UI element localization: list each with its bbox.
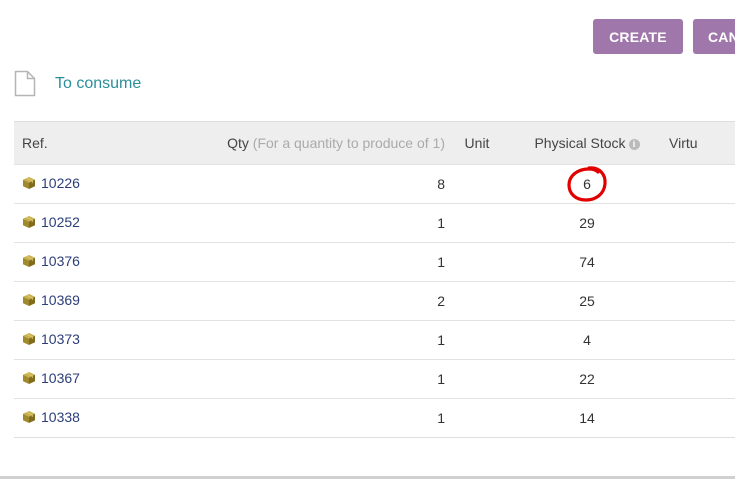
product-ref-link[interactable]: 10373 [22, 331, 80, 347]
product-ref: 10373 [41, 331, 80, 347]
physical-stock-value: 74 [579, 254, 595, 270]
unit-cell [447, 203, 507, 243]
qty-cell: 2 [202, 281, 447, 321]
qty-value: 2 [437, 293, 445, 309]
virtual-stock-cell [667, 203, 735, 243]
virtual-stock-cell [667, 242, 735, 282]
package-icon [23, 255, 35, 267]
qty-cell: 1 [202, 242, 447, 282]
table-row: 10367 1 22 [14, 359, 735, 399]
table-header-row: Ref. Qty (For a quantity to produce of 1… [14, 121, 735, 165]
unit-cell [447, 242, 507, 282]
package-icon [23, 216, 35, 228]
ref-cell: 10369 [14, 281, 202, 321]
virtual-stock-cell [667, 281, 735, 321]
table-row: 10369 2 25 [14, 281, 735, 321]
table-row: 10338 1 14 [14, 398, 735, 438]
to-consume-section-header: To consume [14, 70, 141, 97]
product-ref: 10338 [41, 409, 80, 425]
product-ref-link[interactable]: 10367 [22, 370, 80, 386]
toolbar: CREATE CAN [593, 19, 735, 54]
product-ref: 10226 [41, 175, 80, 191]
physical-stock-value: 6 [583, 176, 591, 192]
ref-cell: 10376 [14, 242, 202, 282]
ref-cell: 10338 [14, 398, 202, 438]
physical-stock-cell: 22 [507, 359, 667, 399]
table-row: 10226 8 6 [14, 164, 735, 204]
product-ref-link[interactable]: 10376 [22, 253, 80, 269]
ref-cell: 10367 [14, 359, 202, 399]
product-ref: 10369 [41, 292, 80, 308]
package-icon [23, 372, 35, 384]
qty-value: 1 [437, 410, 445, 426]
document-icon [14, 70, 36, 97]
product-ref-link[interactable]: 10226 [22, 175, 80, 191]
bottom-divider [0, 476, 735, 479]
unit-cell [447, 359, 507, 399]
cancel-button[interactable]: CAN [693, 19, 735, 54]
unit-cell [447, 320, 507, 360]
qty-header-label: Qty [227, 135, 249, 151]
ref-cell: 10373 [14, 320, 202, 360]
unit-cell [447, 398, 507, 438]
physical-stock-label: Physical Stock [534, 135, 626, 151]
qty-value: 1 [437, 371, 445, 387]
physical-stock-value: 22 [579, 371, 595, 387]
product-ref-link[interactable]: 10338 [22, 409, 80, 425]
package-icon [23, 333, 35, 345]
column-header-physical-stock[interactable]: Physical Stock i [507, 121, 667, 165]
qty-header-hint: (For a quantity to produce of 1) [252, 135, 445, 151]
physical-stock-cell: 29 [507, 203, 667, 243]
package-icon [23, 411, 35, 423]
column-header-qty[interactable]: Qty (For a quantity to produce of 1) [202, 121, 447, 165]
consume-table: Ref. Qty (For a quantity to produce of 1… [14, 121, 735, 438]
product-ref: 10367 [41, 370, 80, 386]
section-title: To consume [55, 74, 142, 92]
qty-value: 1 [437, 254, 445, 270]
qty-cell: 1 [202, 398, 447, 438]
qty-value: 1 [437, 215, 445, 231]
qty-value: 8 [437, 176, 445, 192]
product-ref: 10252 [41, 214, 80, 230]
info-icon[interactable]: i [628, 138, 640, 150]
qty-value: 1 [437, 332, 445, 348]
virtual-stock-cell [667, 320, 735, 360]
physical-stock-cell: 14 [507, 398, 667, 438]
qty-cell: 1 [202, 203, 447, 243]
column-header-virtual-stock[interactable]: Virtu [667, 121, 735, 165]
physical-stock-cell: 6 [507, 164, 667, 204]
unit-cell [447, 281, 507, 321]
qty-cell: 1 [202, 359, 447, 399]
virtual-stock-cell [667, 164, 735, 204]
physical-stock-cell: 74 [507, 242, 667, 282]
physical-stock-value: 14 [579, 410, 595, 426]
table-row: 10373 1 4 [14, 320, 735, 360]
virtual-stock-cell [667, 359, 735, 399]
physical-stock-cell: 25 [507, 281, 667, 321]
product-ref-link[interactable]: 10252 [22, 214, 80, 230]
ref-cell: 10226 [14, 164, 202, 204]
create-button[interactable]: CREATE [593, 19, 683, 54]
unit-cell [447, 164, 507, 204]
package-icon [23, 294, 35, 306]
column-header-unit[interactable]: Unit [447, 121, 507, 165]
ref-cell: 10252 [14, 203, 202, 243]
product-ref: 10376 [41, 253, 80, 269]
physical-stock-value: 29 [579, 215, 595, 231]
package-icon [23, 177, 35, 189]
column-header-ref[interactable]: Ref. [14, 121, 202, 165]
table-row: 10252 1 29 [14, 203, 735, 243]
qty-cell: 8 [202, 164, 447, 204]
virtual-stock-cell [667, 398, 735, 438]
physical-stock-cell: 4 [507, 320, 667, 360]
product-ref-link[interactable]: 10369 [22, 292, 80, 308]
table-row: 10376 1 74 [14, 242, 735, 282]
physical-stock-value: 4 [583, 332, 591, 348]
physical-stock-value: 25 [579, 293, 595, 309]
qty-cell: 1 [202, 320, 447, 360]
